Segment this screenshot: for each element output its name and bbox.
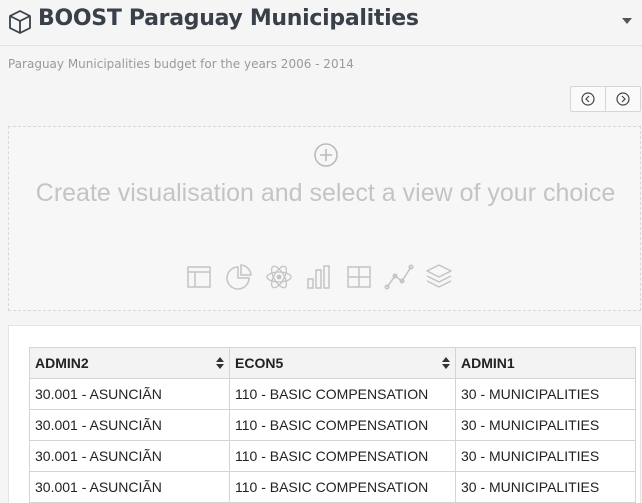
table-cell: 30 - MUNICIPALITIES (455, 440, 636, 472)
table-cell: 110 - BASIC COMPENSATION (229, 378, 456, 410)
bar-chart-icon[interactable] (304, 262, 334, 292)
next-button[interactable] (605, 87, 640, 111)
create-visualisation-panel[interactable]: Create visualisation and select a view o… (8, 126, 641, 311)
atom-icon[interactable] (264, 262, 294, 292)
column-header-econ5[interactable]: ECON5 (229, 347, 456, 379)
table-cell: 30.001 - ASUNCIÃN (29, 440, 230, 472)
chevron-down-icon[interactable] (622, 18, 632, 24)
pie-chart-icon[interactable] (224, 262, 254, 292)
table-row: 30.001 - ASUNCIÃN 110 - BASIC COMPENSATI… (29, 378, 636, 410)
grid-icon[interactable] (344, 262, 374, 292)
table-cell: 30.001 - ASUNCIÃN (29, 378, 230, 410)
layers-icon[interactable] (424, 262, 454, 292)
data-table: ADMIN2 ECON5 ADMIN1 30.001 - ASUNCIÃN 11… (29, 347, 636, 503)
table-row: 30.001 - ASUNCIÃN 110 - BASIC COMPENSATI… (29, 440, 636, 472)
visualisation-prompt: Create visualisation and select a view o… (35, 179, 616, 207)
line-chart-icon[interactable] (384, 262, 414, 292)
page-title: BOOST Paraguay Municipalities (38, 6, 419, 31)
table-cell: 30 - MUNICIPALITIES (455, 409, 636, 441)
chevron-left-circle-icon (581, 92, 595, 106)
table-cell: 110 - BASIC COMPENSATION (229, 471, 456, 503)
column-header-admin2[interactable]: ADMIN2 (29, 347, 230, 379)
table-cell: 30.001 - ASUNCIÃN (29, 409, 230, 441)
table-row: 30.001 - ASUNCIÃN 110 - BASIC COMPENSATI… (29, 471, 636, 503)
pager-controls (570, 86, 641, 112)
column-header-admin1[interactable]: ADMIN1 (455, 347, 636, 379)
table-row: 30.001 - ASUNCIÃN 110 - BASIC COMPENSATI… (29, 409, 636, 441)
table-icon[interactable] (184, 262, 214, 292)
data-table-panel: ADMIN2 ECON5 ADMIN1 30.001 - ASUNCIÃN 11… (8, 325, 641, 503)
previous-button[interactable] (571, 87, 605, 111)
table-cell: 110 - BASIC COMPENSATION (229, 409, 456, 441)
cube-icon (9, 10, 31, 34)
chevron-right-circle-icon (616, 92, 630, 106)
sort-icon[interactable] (216, 357, 224, 369)
page-subtitle: Paraguay Municipalities budget for the y… (8, 57, 354, 71)
table-cell: 110 - BASIC COMPENSATION (229, 440, 456, 472)
table-cell: 30.001 - ASUNCIÃN (29, 471, 230, 503)
view-type-icons (184, 262, 454, 292)
plus-circle-icon[interactable] (313, 142, 339, 168)
table-cell: 30 - MUNICIPALITIES (455, 471, 636, 503)
sort-icon[interactable] (442, 357, 450, 369)
header-bar: BOOST Paraguay Municipalities (0, 0, 642, 46)
table-header-row: ADMIN2 ECON5 ADMIN1 (29, 347, 636, 379)
table-cell: 30 - MUNICIPALITIES (455, 378, 636, 410)
